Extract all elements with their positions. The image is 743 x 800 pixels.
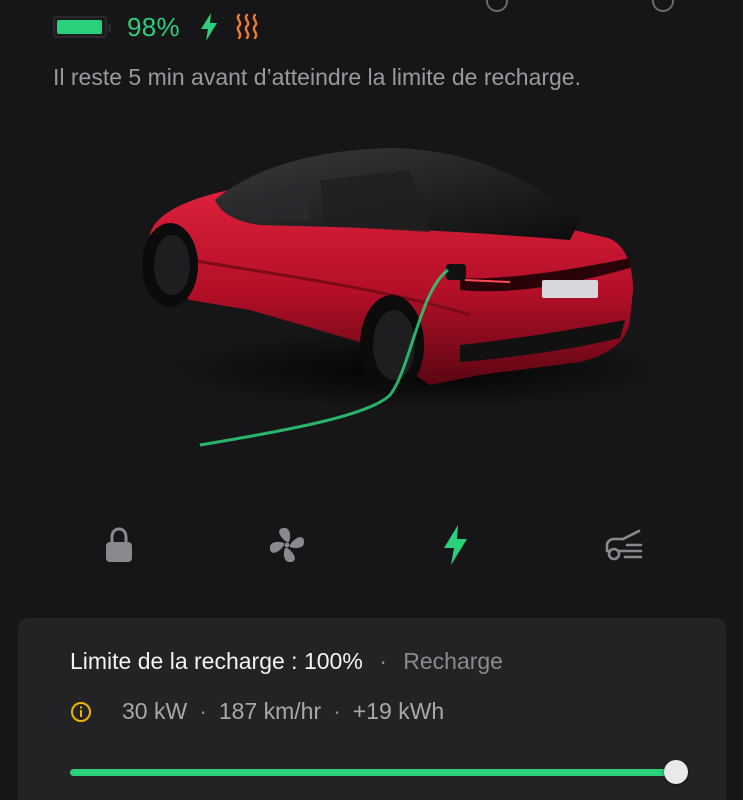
- charge-limit-line: Limite de la recharge : 100% · Recharge: [70, 648, 503, 675]
- battery-icon: [53, 16, 111, 38]
- charge-status-message: Il reste 5 min avant d’atteindre la limi…: [53, 64, 581, 90]
- battery-percent: 98%: [127, 11, 180, 42]
- charging-bolt-icon[interactable]: [432, 522, 478, 568]
- charging-stats: 30 kW · 187 km/hr · +19 kWh: [70, 698, 444, 725]
- charging-state: Recharge: [403, 648, 503, 674]
- vehicle-controls-row: [0, 522, 743, 572]
- car-trunk-icon[interactable]: [600, 522, 646, 568]
- separator-dot: ·: [199, 698, 207, 724]
- car-image: [142, 148, 650, 447]
- battery-status-row: 98%: [53, 10, 260, 44]
- separator-dot: ·: [379, 648, 387, 674]
- battery-cap: [108, 24, 111, 32]
- charging-rate: 187 km/hr: [218, 698, 322, 724]
- charge-limit-slider[interactable]: [70, 760, 688, 784]
- slider-fill: [70, 769, 676, 776]
- bolt-icon: [200, 13, 217, 41]
- charge-limit-value: 100%: [303, 648, 363, 674]
- charging-power: 30 kW: [122, 698, 188, 724]
- fan-icon[interactable]: [264, 522, 310, 568]
- charge-limit-label: Limite de la recharge :: [70, 648, 298, 674]
- charging-screen: 98% Il reste 5 min avant d’atteindre la …: [0, 0, 743, 800]
- energy-added: +19 kWh: [352, 698, 445, 724]
- lock-icon[interactable]: [96, 522, 142, 568]
- charging-card[interactable]: Limite de la recharge : 100% · Recharge …: [18, 618, 726, 800]
- slider-thumb[interactable]: [664, 760, 688, 784]
- battery-level-fill: [57, 20, 103, 34]
- partial-top-icon-right[interactable]: [652, 0, 674, 12]
- info-icon[interactable]: [70, 701, 92, 723]
- separator-dot: ·: [333, 698, 341, 724]
- seat-heater-icon: [236, 13, 258, 40]
- partial-top-icon[interactable]: [486, 0, 508, 12]
